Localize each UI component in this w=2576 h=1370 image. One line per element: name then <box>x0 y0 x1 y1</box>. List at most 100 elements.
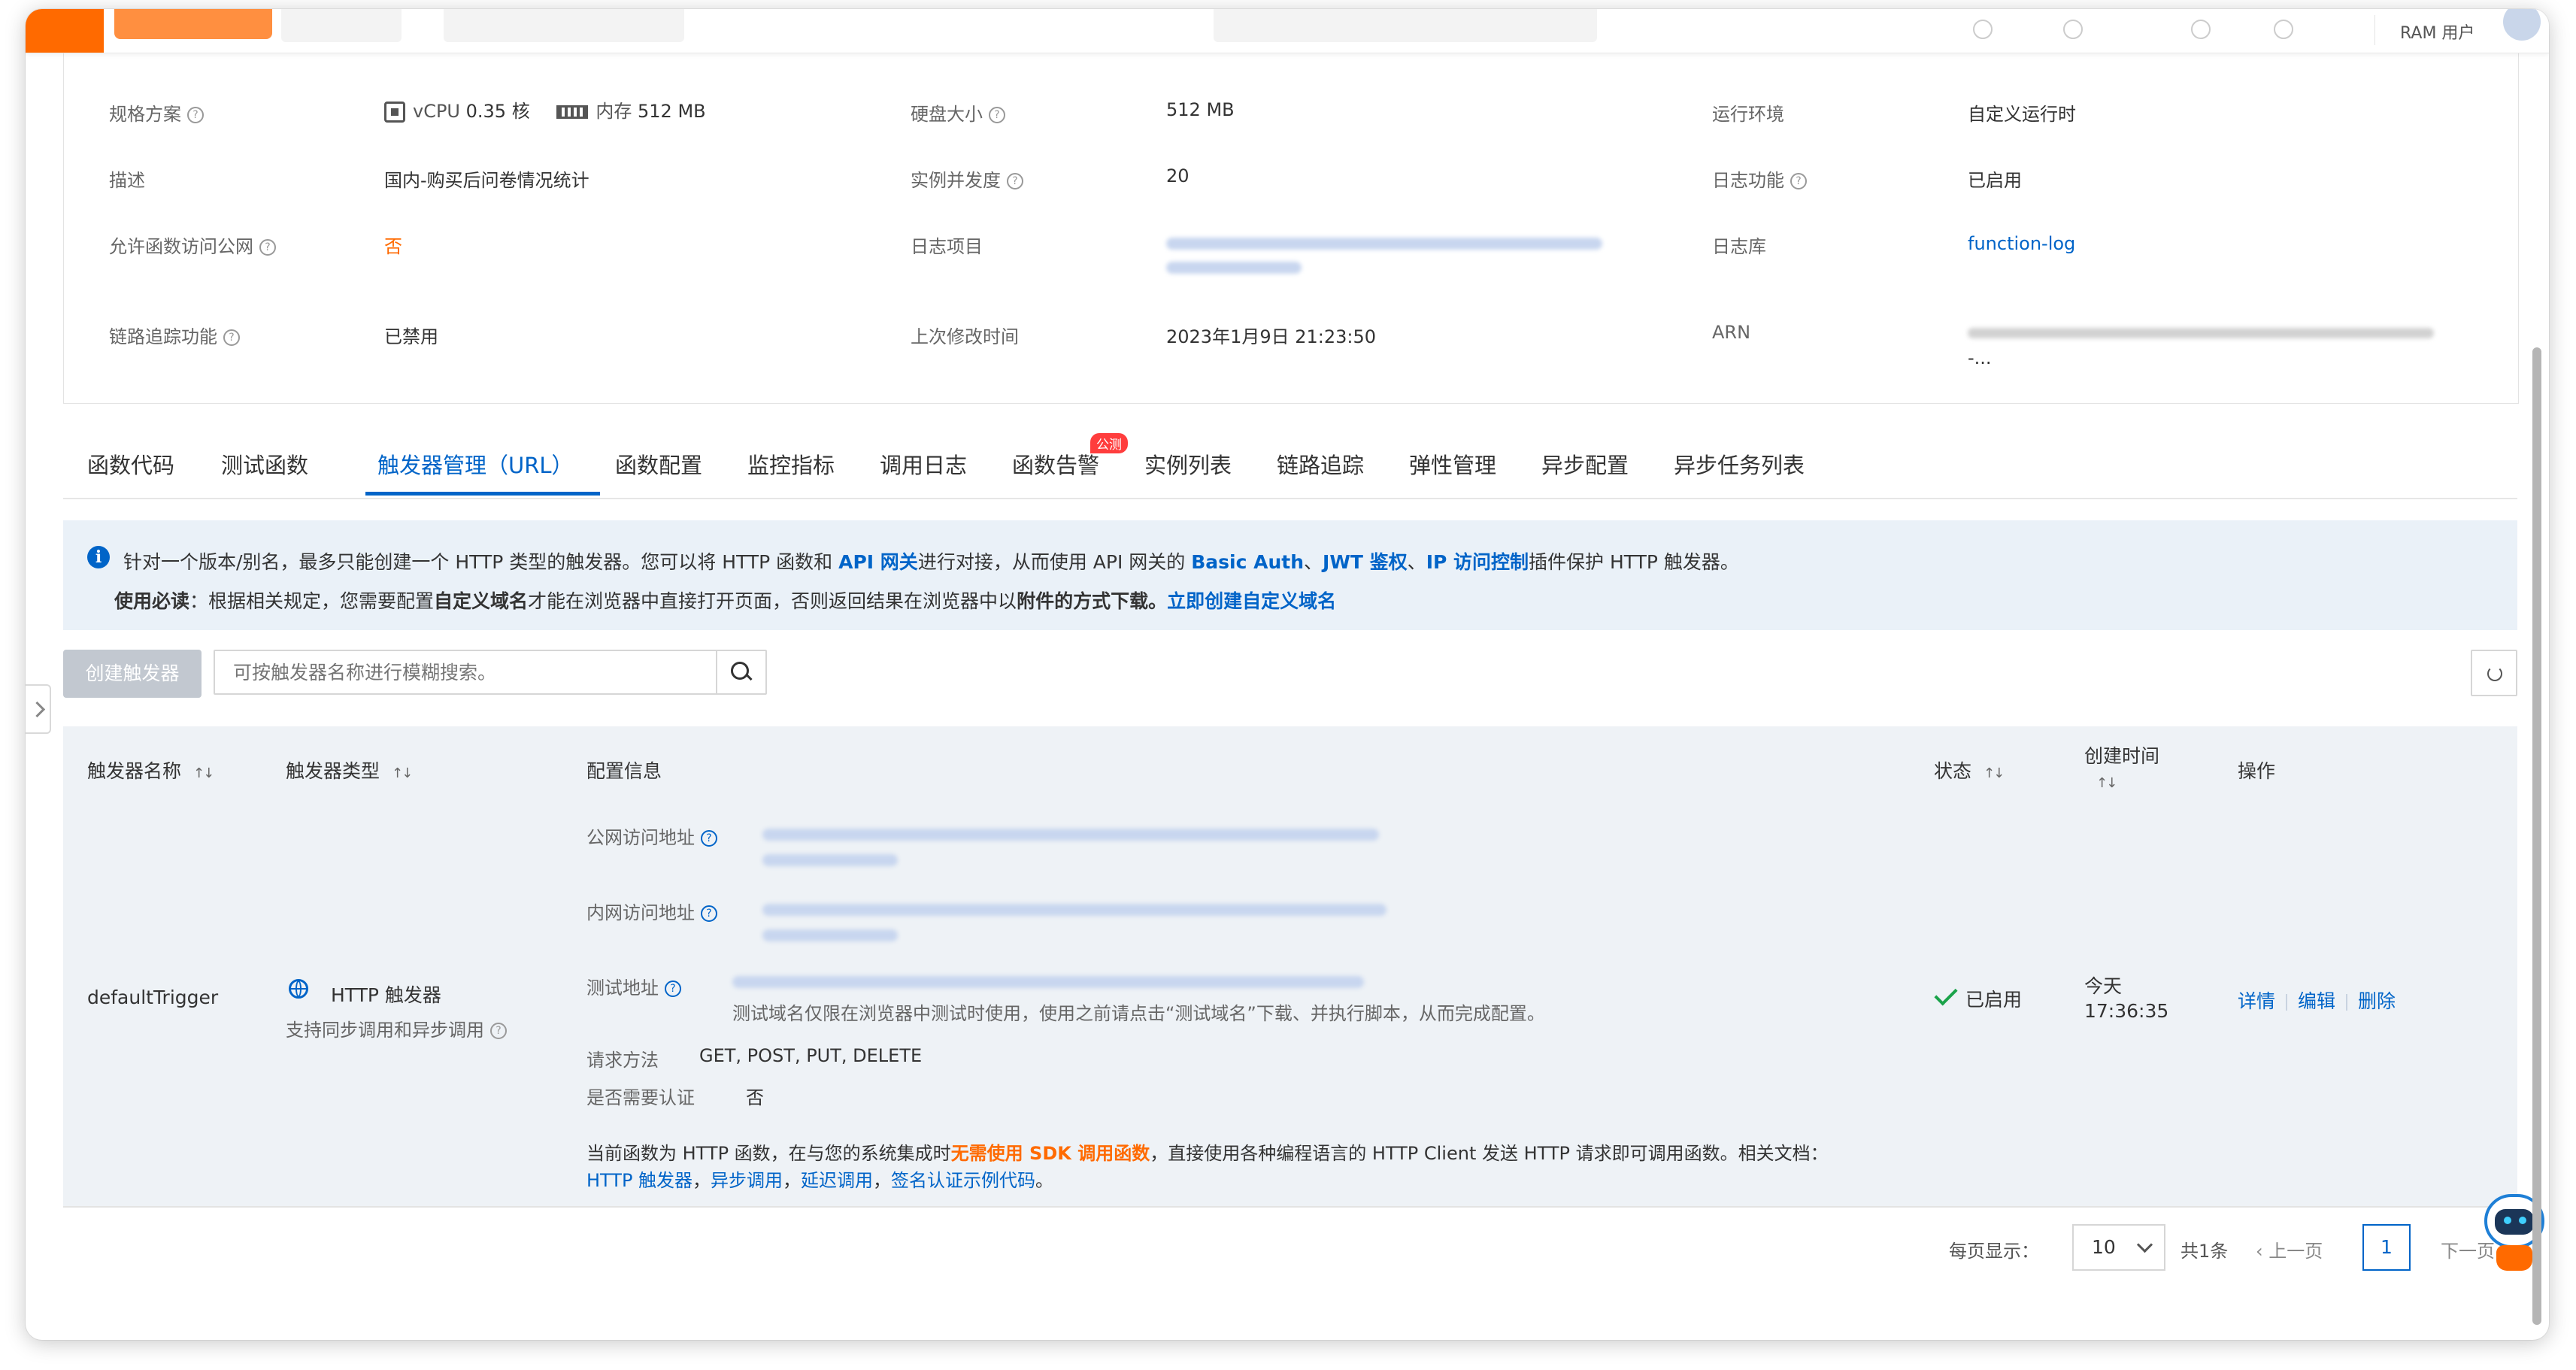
trigger-type-sub: 支持同步调用和异步调用? <box>286 1015 507 1041</box>
col-trigger-type[interactable]: 触发器类型 ↑↓ <box>286 756 413 784</box>
active-tab-indicator <box>365 492 600 496</box>
help-icon: ? <box>1007 173 1023 189</box>
global-search[interactable] <box>1214 9 1597 42</box>
memory-icon <box>556 105 589 119</box>
auth-value: 否 <box>746 1087 764 1108</box>
scrollbar[interactable] <box>2532 347 2541 1325</box>
concurrency-value: 20 <box>1166 165 1190 186</box>
jwt-auth-link[interactable]: JWT 鉴权 <box>1323 551 1408 573</box>
col-config-info: 配置信息 <box>586 760 662 782</box>
trigger-search <box>214 650 767 695</box>
total-count: 共1条 <box>2181 1241 2229 1262</box>
col-status[interactable]: 状态 ↑↓ <box>1934 756 2005 784</box>
row-operations: 详情 编辑 删除 <box>2238 987 2396 1014</box>
tab-function-config[interactable]: 函数配置 <box>615 448 702 480</box>
tab-async-task-list[interactable]: 异步任务列表 <box>1674 448 1805 480</box>
private-url-blurred-2[interactable] <box>762 929 898 941</box>
chevron-left-icon: ‹ <box>2256 1241 2263 1262</box>
methods-value: GET, POST, PUT, DELETE <box>699 1045 923 1066</box>
per-page-label: 每页显示： <box>1949 1241 2039 1262</box>
tab-tracing[interactable]: 链路追踪 <box>1277 448 1364 480</box>
help-icon: ? <box>701 905 717 922</box>
test-url-blurred[interactable] <box>732 976 1364 988</box>
workbench-switch[interactable] <box>281 9 402 42</box>
help-icon[interactable] <box>2063 20 2083 39</box>
notice-line-2: 使用必读：根据相关规定，您需要配置自定义域名才能在浏览器中直接打开页面，否则返回… <box>114 590 1337 612</box>
search-icon <box>731 662 749 680</box>
console-window: RAM 用户 规格方案? vCPU 0.35 核 内存 512 MB 硬盘大小?… <box>26 9 2549 1340</box>
api-gateway-link[interactable]: API 网关 <box>838 551 918 573</box>
trigger-notice: i 针对一个版本/别名，最多只能创建一个 HTTP 类型的触发器。您可以将 HT… <box>63 520 2517 630</box>
create-custom-domain-link[interactable]: 立即创建自定义域名 <box>1167 590 1336 612</box>
arn-value-blurred <box>1968 328 2434 338</box>
last-modified-value: 2023年1月9日 21:23:50 <box>1166 326 1377 347</box>
doc-link-signature-example[interactable]: 签名认证示例代码 <box>891 1170 1035 1191</box>
doc-link-http-trigger[interactable]: HTTP 触发器 <box>586 1170 692 1191</box>
tab-invocation-logs[interactable]: 调用日志 <box>880 448 967 480</box>
sidebar-expand-handle[interactable] <box>26 684 51 734</box>
tab-function-code[interactable]: 函数代码 <box>87 448 174 480</box>
doc-link-async-invoke[interactable]: 异步调用 <box>711 1170 783 1191</box>
public-url-blurred-2[interactable] <box>762 854 898 866</box>
avatar[interactable] <box>2503 9 2541 41</box>
ram-user-label[interactable]: RAM 用户 <box>2400 20 2474 44</box>
concurrency-label: 实例并发度? <box>911 165 1023 192</box>
log-project-label: 日志项目 <box>911 236 983 257</box>
region-switch[interactable] <box>444 9 684 42</box>
delete-link[interactable]: 删除 <box>2358 990 2396 1012</box>
sort-icon: ↑↓ <box>193 765 214 781</box>
basic-auth-link[interactable]: Basic Auth <box>1191 551 1304 573</box>
page-1-button[interactable]: 1 <box>2362 1224 2411 1271</box>
log-project-link-blurred-2[interactable] <box>1166 262 1302 274</box>
col-created-time[interactable]: 创建时间 <box>2084 741 2159 768</box>
bell-icon[interactable] <box>1973 20 1993 39</box>
http-doc-links: HTTP 触发器，异步调用，延迟调用，签名认证示例代码。 <box>586 1170 1054 1191</box>
col-operations: 操作 <box>2238 760 2276 782</box>
log-feature-label: 日志功能? <box>1712 165 1807 192</box>
prev-page-button[interactable]: ‹ 上一页 <box>2256 1236 2323 1262</box>
create-trigger-button[interactable]: 创建触发器 <box>63 650 202 698</box>
tab-async-config[interactable]: 异步配置 <box>1541 448 1629 480</box>
trigger-name: defaultTrigger <box>87 987 219 1008</box>
trigger-type: HTTP 触发器 <box>331 984 441 1006</box>
spec-value: vCPU 0.35 核 内存 512 MB <box>384 96 706 123</box>
brand-logo[interactable] <box>26 9 104 53</box>
tab-trigger-management[interactable]: 触发器管理（URL） <box>377 448 574 480</box>
refresh-button[interactable] <box>2471 650 2517 696</box>
doc-link-delayed-invoke[interactable]: 延迟调用 <box>801 1170 873 1191</box>
col-trigger-name[interactable]: 触发器名称 ↑↓ <box>87 756 214 784</box>
search-button[interactable] <box>716 651 765 693</box>
disk-label: 硬盘大小? <box>911 99 1005 126</box>
test-url-note: 测试域名仅限在浏览器中测试时使用，使用之前请点击“测试域名”下载、并执行脚本，从… <box>732 1003 1545 1024</box>
logstore-label: 日志库 <box>1712 236 1766 257</box>
help-icon: ? <box>259 239 276 256</box>
tab-elastic-management[interactable]: 弹性管理 <box>1409 448 1496 480</box>
per-page-select[interactable]: 10 <box>2072 1224 2165 1271</box>
brand-wordmark <box>114 9 272 39</box>
log-project-link-blurred[interactable] <box>1166 238 1602 250</box>
tab-instance-list[interactable]: 实例列表 <box>1144 448 1232 480</box>
tab-monitoring[interactable]: 监控指标 <box>747 448 835 480</box>
arn-label: ARN <box>1712 322 1751 343</box>
log-feature-value: 已启用 <box>1968 170 2022 191</box>
table-header: 触发器名称 ↑↓ 触发器类型 ↑↓ 配置信息 状态 ↑↓ 创建时间 ↑↓ 操作 <box>63 726 2517 808</box>
runtime-value: 自定义运行时 <box>1968 104 2076 125</box>
private-url-blurred[interactable] <box>762 904 1386 916</box>
cart-icon[interactable] <box>2191 20 2211 39</box>
detail-link[interactable]: 详情 <box>2238 990 2275 1012</box>
ip-access-control-link[interactable]: IP 访问控制 <box>1426 551 1529 573</box>
cpu-icon <box>384 102 405 123</box>
help-icon: ? <box>490 1023 507 1039</box>
spec-label: 规格方案? <box>109 99 204 126</box>
col-created-time-sort[interactable]: ↑↓ <box>2096 770 2117 792</box>
sort-icon: ↑↓ <box>1984 765 2005 781</box>
search-input[interactable] <box>215 651 711 693</box>
public-url-blurred[interactable] <box>762 829 1379 841</box>
auth-label: 是否需要认证 <box>586 1087 695 1108</box>
language-icon[interactable] <box>2274 20 2293 39</box>
tab-test-function[interactable]: 测试函数 <box>221 448 308 480</box>
logstore-link[interactable]: function-log <box>1968 233 2075 254</box>
edit-link[interactable]: 编辑 <box>2298 990 2335 1012</box>
info-icon: i <box>87 546 110 568</box>
tab-function-alerts[interactable]: 函数告警 公测 <box>1012 433 1128 480</box>
